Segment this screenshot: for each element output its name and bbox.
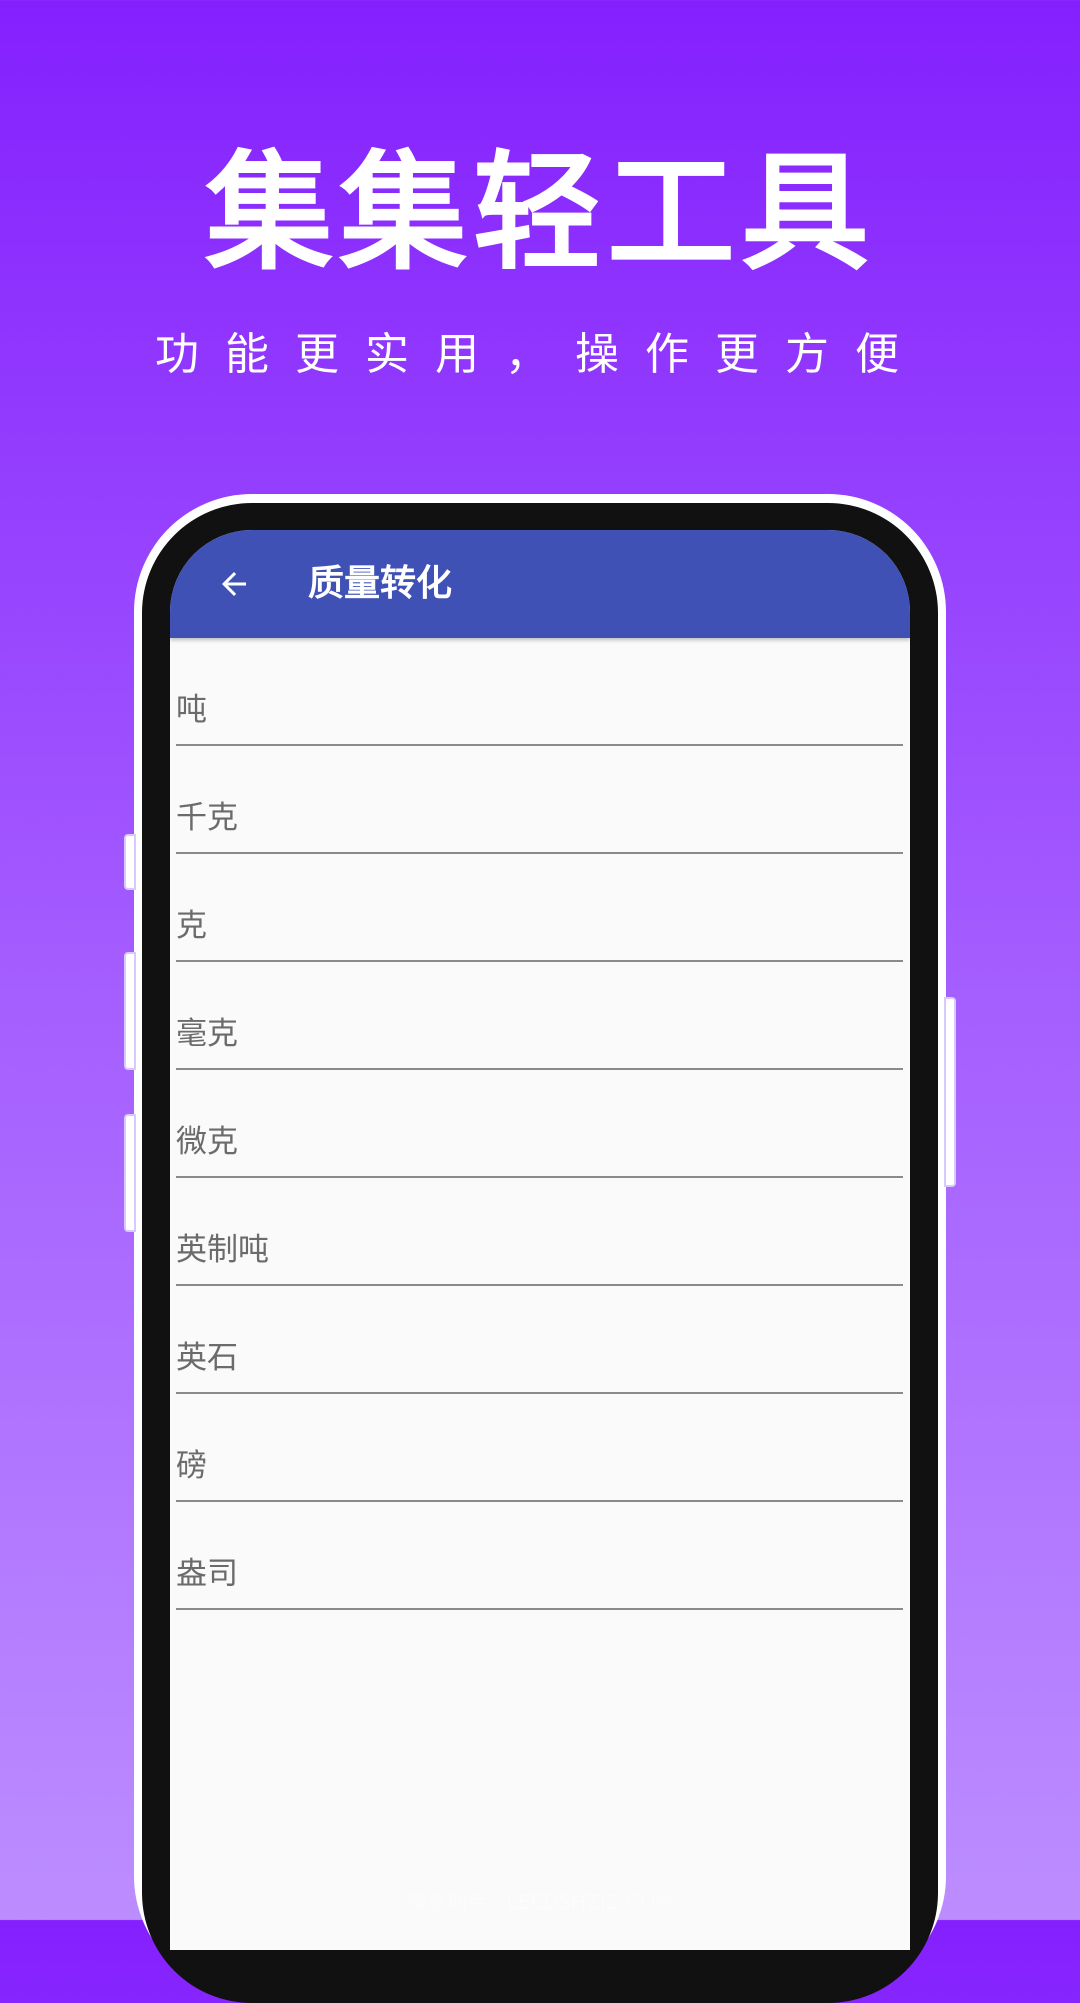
back-button[interactable] [206,556,262,612]
promo-title: 集集轻工具 [204,139,875,288]
arrow-left-icon [222,572,246,596]
app-bar: 质量转化 [170,530,910,638]
unit-list [176,638,903,1610]
phone-side-button-left-1 [124,834,136,890]
microgram-input[interactable] [176,1118,903,1178]
promo-subtitle: 功能更实用，操作更方便 [155,329,925,380]
stone-input[interactable] [176,1334,903,1394]
milligram-input[interactable] [176,1010,903,1070]
phone-side-button-left-3 [124,1114,136,1232]
phone-side-button-left-2 [124,952,136,1070]
unit-field-microgram [176,1070,903,1178]
unit-field-ounce [176,1502,903,1610]
watermark: 聚享助手 · LEEDSHZIZ.COM [407,1890,673,1914]
unit-field-gram [176,854,903,962]
unit-field-pound [176,1394,903,1502]
phone-screen: 质量转化 [170,530,910,1950]
unit-field-stone [176,1286,903,1394]
gram-input[interactable] [176,902,903,962]
ounce-input[interactable] [176,1550,903,1610]
unit-field-kilogram [176,746,903,854]
pound-input[interactable] [176,1442,903,1502]
ton-input[interactable] [176,686,903,746]
unit-field-milligram [176,962,903,1070]
app-title: 质量转化 [308,563,453,604]
kilogram-input[interactable] [176,794,903,854]
phone-side-button-right [944,997,956,1187]
long-ton-input[interactable] [176,1226,903,1286]
unit-field-long-ton [176,1178,903,1286]
unit-field-ton [176,638,903,746]
